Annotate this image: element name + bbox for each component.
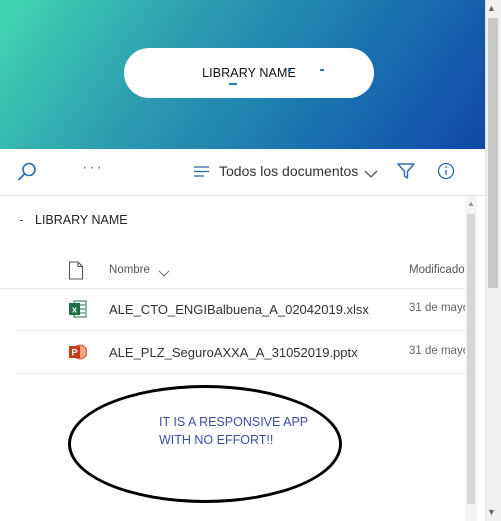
scroll-down-arrow-icon[interactable]: ▼ xyxy=(487,507,496,517)
svg-text:x: x xyxy=(72,305,77,315)
view-selector[interactable]: Todos los documentos xyxy=(219,163,358,179)
excel-file-icon: x xyxy=(69,300,87,318)
list-scrollbar-thumb[interactable] xyxy=(467,214,475,504)
powerpoint-file-icon: P xyxy=(69,343,88,360)
filter-icon[interactable] xyxy=(397,162,415,185)
title-mark xyxy=(288,69,291,71)
scroll-up-arrow-icon[interactable]: ▲ xyxy=(487,3,496,13)
file-name-link[interactable]: ALE_PLZ_SeguroAXXA_A_31052019.pptx xyxy=(109,345,358,360)
search-icon[interactable] xyxy=(16,161,38,188)
file-modified: 31 de mayo xyxy=(409,345,465,357)
svg-text:P: P xyxy=(71,348,77,358)
title-underline xyxy=(229,83,237,85)
info-icon[interactable] xyxy=(437,162,455,185)
file-modified: 31 de mayo xyxy=(409,302,465,314)
annotation-text: IT IS A RESPONSIVE APP WITH NO EFFORT!! xyxy=(159,415,308,447)
title-mark xyxy=(320,69,324,71)
window-scrollbar-thumb[interactable] xyxy=(488,18,498,288)
library-title-pill: LIBRARY NAME xyxy=(124,48,374,98)
column-header-modified[interactable]: Modificado xyxy=(409,264,465,276)
scroll-up-arrow-icon[interactable]: ▲ xyxy=(467,199,475,208)
more-options-icon[interactable]: ··· xyxy=(82,159,104,177)
library-title: LIBRARY NAME xyxy=(202,66,296,80)
file-name-link[interactable]: ALE_CTO_ENGIBalbuena_A_02042019.xlsx xyxy=(109,302,369,317)
chevron-down-icon[interactable] xyxy=(364,166,378,184)
column-header-name[interactable]: Nombre xyxy=(109,264,150,276)
library-name-heading: LIBRARY NAME xyxy=(35,213,128,227)
view-list-icon[interactable] xyxy=(194,165,210,183)
collapse-marker-icon[interactable] xyxy=(20,220,23,221)
sort-chevron-icon[interactable] xyxy=(158,265,170,283)
file-type-column-icon[interactable] xyxy=(68,261,84,285)
